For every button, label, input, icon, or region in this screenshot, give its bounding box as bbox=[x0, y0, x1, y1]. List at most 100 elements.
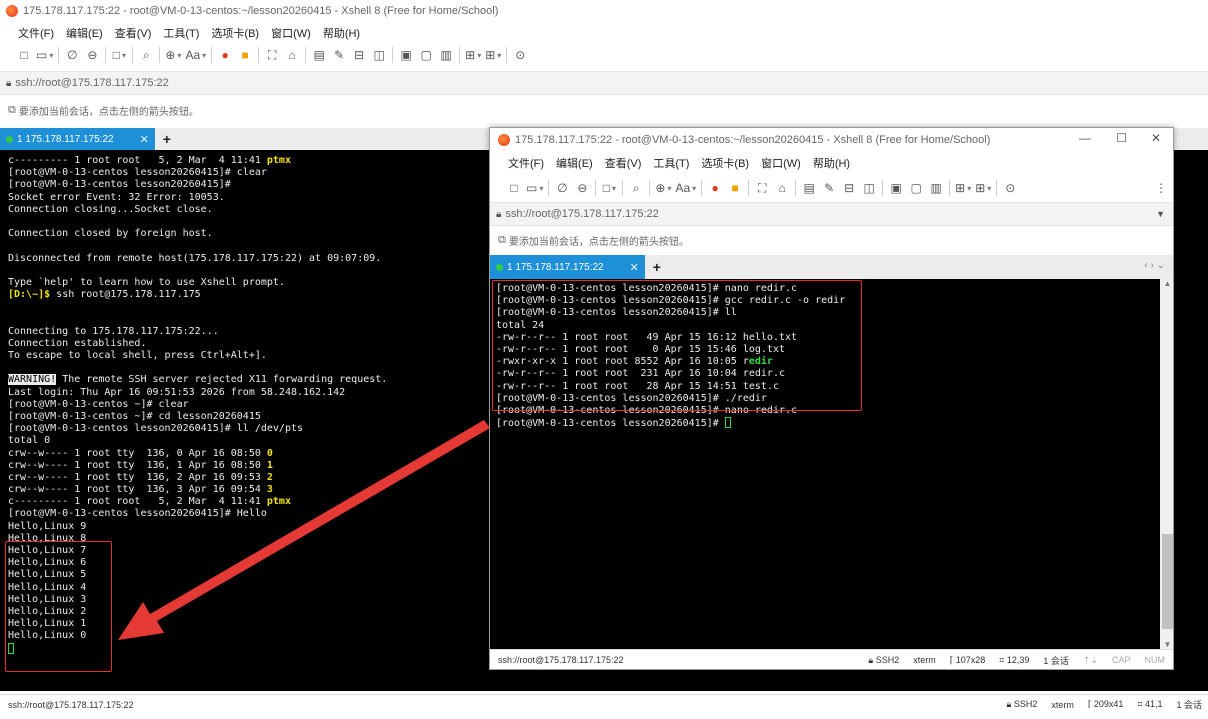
status-cursor-pos: ⌗ 41,1 bbox=[1137, 699, 1163, 709]
session-hint-text: 要添加当前会话，点击左侧的箭头按钮。 bbox=[18, 106, 199, 118]
new-session-icon[interactable]: □ bbox=[16, 46, 32, 64]
toolbar-separator bbox=[548, 180, 550, 196]
new-tab-icon[interactable]: □ bbox=[601, 179, 617, 197]
toolbar-separator bbox=[211, 47, 213, 63]
tab-close-icon[interactable]: ✕ bbox=[140, 133, 149, 146]
help-icon[interactable]: ⊙ bbox=[512, 46, 528, 64]
script-icon[interactable]: ⊟ bbox=[351, 46, 367, 64]
layout-icon[interactable]: ▥ bbox=[928, 179, 944, 197]
scrollbar-thumb[interactable] bbox=[1162, 534, 1173, 629]
more-icon[interactable]: ⋮ bbox=[1155, 181, 1167, 195]
minimize-icon[interactable]: — bbox=[1079, 131, 1091, 145]
scroll-arrows-icon[interactable]: ⇡⇣ bbox=[1083, 655, 1098, 666]
menu-view[interactable]: 查看(V) bbox=[605, 155, 642, 171]
menu-tabs[interactable]: 选项卡(B) bbox=[211, 25, 259, 41]
tab-add-icon[interactable]: + bbox=[645, 255, 669, 279]
secondary-terminal[interactable]: [root@VM-0-13-centos lesson20260415]# na… bbox=[490, 279, 1160, 649]
add-session-icon[interactable]: ⧉ bbox=[8, 104, 16, 117]
compose-icon[interactable]: ▤ bbox=[311, 46, 327, 64]
menu-edit[interactable]: 编辑(E) bbox=[556, 155, 593, 171]
tab-scroll-icon[interactable]: ‹ › ⌄ bbox=[1144, 260, 1165, 271]
layout-icon[interactable]: ⊞ bbox=[485, 46, 501, 64]
toolbar-separator bbox=[105, 47, 107, 63]
terminal-scrollbar[interactable]: ▲ ▼ bbox=[1160, 279, 1173, 649]
menu-edit[interactable]: 编辑(E) bbox=[66, 25, 103, 41]
lock-icon[interactable]: ⌂ bbox=[774, 179, 790, 197]
search-icon[interactable]: ⌕ bbox=[138, 46, 154, 64]
xmanager-icon[interactable]: ■ bbox=[727, 179, 743, 197]
disconnect-icon[interactable]: ⊖ bbox=[574, 179, 590, 197]
new-session-icon[interactable]: □ bbox=[506, 179, 522, 197]
layout-icon[interactable]: ▥ bbox=[438, 46, 454, 64]
compose-icon[interactable]: ▤ bbox=[801, 179, 817, 197]
tab-close-icon[interactable]: ✕ bbox=[630, 261, 639, 274]
layout-icon[interactable]: ⊞ bbox=[465, 46, 481, 64]
menu-window[interactable]: 窗口(W) bbox=[761, 155, 801, 171]
terminal-cursor bbox=[724, 417, 731, 429]
menu-tabs[interactable]: 选项卡(B) bbox=[701, 155, 749, 171]
maximize-icon[interactable]: ☐ bbox=[1116, 131, 1127, 145]
status-sessions[interactable]: 1 会话 bbox=[1176, 698, 1202, 711]
font-icon[interactable]: Aa bbox=[185, 46, 206, 64]
toolbar-separator bbox=[748, 180, 750, 196]
script-icon[interactable]: ⊟ bbox=[841, 179, 857, 197]
xftp-icon[interactable]: ● bbox=[707, 179, 723, 197]
status-caps: CAP bbox=[1111, 655, 1131, 665]
menu-file[interactable]: 文件(F) bbox=[508, 155, 544, 171]
log-icon[interactable]: ✎ bbox=[821, 179, 837, 197]
layout-icon[interactable]: ▢ bbox=[908, 179, 924, 197]
keymap-icon[interactable]: ◫ bbox=[861, 179, 877, 197]
fullscreen-icon[interactable]: ⛶ bbox=[754, 179, 770, 197]
scroll-down-icon[interactable]: ▼ bbox=[1160, 640, 1173, 649]
scroll-up-icon[interactable]: ▲ bbox=[1160, 279, 1173, 288]
terminal-line: [root@VM-0-13-centos lesson20260415]# na… bbox=[496, 404, 798, 416]
menu-view[interactable]: 查看(V) bbox=[115, 25, 152, 41]
chevron-down-icon[interactable]: ▼ bbox=[1156, 209, 1165, 219]
menu-help[interactable]: 帮助(H) bbox=[323, 25, 360, 41]
open-folder-icon[interactable]: ▭ bbox=[36, 46, 53, 64]
menu-tools[interactable]: 工具(T) bbox=[163, 25, 199, 41]
font-icon[interactable]: Aa bbox=[675, 179, 696, 197]
tab-session-1[interactable]: 1 175.178.117.175:22 ✕ bbox=[0, 128, 155, 150]
disconnect-icon[interactable]: ⊖ bbox=[84, 46, 100, 64]
globe-icon[interactable]: ⊕ bbox=[655, 179, 671, 197]
layout-icon[interactable]: ⊞ bbox=[975, 179, 991, 197]
fullscreen-icon[interactable]: ⛶ bbox=[264, 46, 280, 64]
lock-icon[interactable]: ⌂ bbox=[284, 46, 300, 64]
add-session-icon[interactable]: ⧉ bbox=[498, 234, 506, 247]
xmanager-icon[interactable]: ■ bbox=[237, 46, 253, 64]
status-term-type: xterm bbox=[913, 655, 936, 665]
layout-icon[interactable]: ▣ bbox=[398, 46, 414, 64]
toolbar-separator bbox=[701, 180, 703, 196]
reconnect-icon[interactable]: ∅ bbox=[64, 46, 80, 64]
address-bar[interactable]: 🔒︎ ssh://root@175.178.117.175:22 bbox=[0, 71, 1208, 95]
layout-icon[interactable]: ▢ bbox=[418, 46, 434, 64]
new-tab-icon[interactable]: □ bbox=[111, 46, 127, 64]
secondary-toolbar: □ ▭ ∅ ⊖ □ ⌕ ⊕ Aa ● ■ ⛶ ⌂ ▤ ✎ ⊟ ◫ ▣ ▢ ▥ ⊞… bbox=[490, 175, 1173, 201]
tab-add-icon[interactable]: + bbox=[155, 128, 179, 150]
secondary-window-title: 175.178.117.175:22 - root@VM-0-13-centos… bbox=[515, 134, 991, 146]
search-icon[interactable]: ⌕ bbox=[628, 179, 644, 197]
keymap-icon[interactable]: ◫ bbox=[371, 46, 387, 64]
terminal-line: [root@VM-0-13-centos lesson20260415]# na… bbox=[496, 283, 798, 294]
menu-window[interactable]: 窗口(W) bbox=[271, 25, 311, 41]
log-icon[interactable]: ✎ bbox=[331, 46, 347, 64]
menu-file[interactable]: 文件(F) bbox=[18, 25, 54, 41]
open-folder-icon[interactable]: ▭ bbox=[526, 179, 543, 197]
status-sessions[interactable]: 1 会话 bbox=[1043, 654, 1069, 667]
xftp-icon[interactable]: ● bbox=[217, 46, 233, 64]
help-icon[interactable]: ⊙ bbox=[1002, 179, 1018, 197]
tab-session-1[interactable]: 1 175.178.117.175:22 ✕ bbox=[490, 255, 645, 279]
close-icon[interactable]: ✕ bbox=[1151, 131, 1161, 145]
menu-tools[interactable]: 工具(T) bbox=[653, 155, 689, 171]
status-size: ⌈ 107x28 bbox=[949, 654, 986, 665]
status-term-type: xterm bbox=[1051, 699, 1074, 710]
address-bar[interactable]: 🔒︎ ssh://root@175.178.117.175:22 ▼ bbox=[490, 202, 1173, 226]
layout-icon[interactable]: ▣ bbox=[888, 179, 904, 197]
reconnect-icon[interactable]: ∅ bbox=[554, 179, 570, 197]
terminal-line: [root@VM-0-13-centos lesson20260415]# gc… bbox=[496, 295, 846, 307]
menu-help[interactable]: 帮助(H) bbox=[813, 155, 850, 171]
layout-icon[interactable]: ⊞ bbox=[955, 179, 971, 197]
address-text: ssh://root@175.178.117.175:22 bbox=[15, 77, 169, 89]
globe-icon[interactable]: ⊕ bbox=[165, 46, 181, 64]
